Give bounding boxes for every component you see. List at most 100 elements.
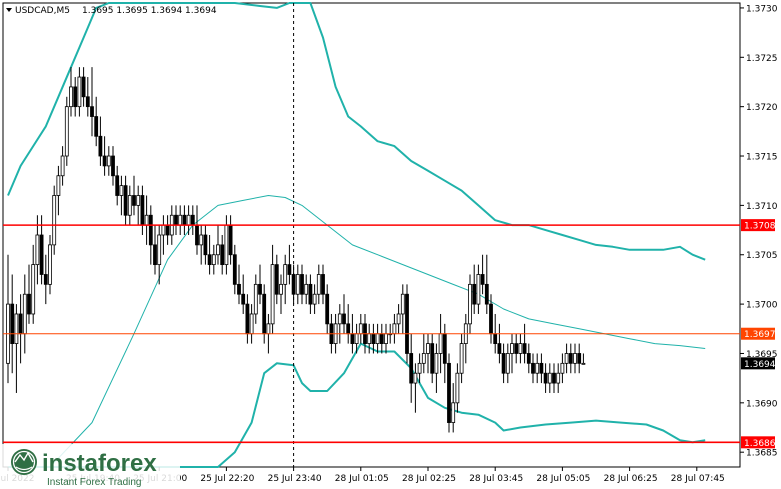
candle-body-up <box>417 362 422 374</box>
candle-body-up <box>14 313 19 344</box>
candle-body-up <box>505 353 510 374</box>
candle-body-up <box>48 244 52 285</box>
candle-body-down <box>241 293 246 305</box>
candle-body-down <box>447 362 451 423</box>
candle-body-down <box>94 116 99 137</box>
candle-body-up <box>304 283 309 295</box>
y-tick: 1.3720 <box>740 103 778 113</box>
candle-body-up <box>455 372 460 404</box>
candle-body-down <box>484 283 489 305</box>
candle-body-down <box>568 353 573 364</box>
x-tick-label: 28 Jul 05:05 <box>536 474 590 484</box>
x-tick-label: 28 Jul 01:05 <box>335 474 389 484</box>
candle-body-up <box>77 76 82 108</box>
candle-body-up <box>35 234 40 266</box>
candle-body-up <box>52 195 57 246</box>
y-tick: 1.3725 <box>740 54 778 64</box>
candle-body-down <box>300 274 304 295</box>
candle-body-up <box>186 214 191 226</box>
level-label: 1.3697 <box>744 330 776 340</box>
candle-body-down <box>85 96 90 108</box>
candle-body-down <box>258 283 262 295</box>
candle-body-down <box>514 343 519 354</box>
candle-body-down <box>39 234 44 275</box>
candle-body-down <box>195 224 199 246</box>
candle-body-up <box>127 195 132 216</box>
candle <box>405 284 409 364</box>
candle-body-down <box>501 353 506 374</box>
candle-body-down <box>245 303 250 335</box>
ohlc-readout: 1.3695 1.3695 1.3694 1.3694 <box>82 6 217 16</box>
candle-body-down <box>153 244 157 266</box>
candle-body-up <box>434 353 439 374</box>
candle-body-up <box>216 244 220 256</box>
price-chart[interactable]: 1.3708 1.3697 1.3686 1.3730 1.3725 1.3720 1.3… <box>0 0 781 489</box>
candle-body-up <box>136 195 141 206</box>
y-tick: 1.3700 <box>740 301 778 311</box>
candle-body-up <box>283 264 288 285</box>
candle-body-down <box>497 343 502 354</box>
candle-body-down <box>115 175 120 196</box>
candle-body-up <box>451 402 456 423</box>
y-tick-label: 1.3730 <box>746 4 778 14</box>
y-tick-label: 1.3720 <box>746 103 778 113</box>
candle-body-up <box>157 234 162 266</box>
candle-body-down <box>379 333 384 344</box>
y-tick: 1.3710 <box>740 202 778 212</box>
watermark-brand: instaforex <box>42 450 157 477</box>
candle-body-down <box>489 303 493 335</box>
candle-body-down <box>577 353 582 364</box>
candle-body-down <box>371 333 376 344</box>
candle-body-down <box>552 372 556 384</box>
candle-body-up <box>400 293 405 315</box>
candle-body-up <box>426 343 430 354</box>
candle-body-up <box>573 353 577 364</box>
y-tick: 1.3690 <box>740 399 778 409</box>
candle-body-up <box>367 333 372 344</box>
candle-body-up <box>106 155 111 167</box>
candle-body-down <box>472 283 477 305</box>
candle-body-down <box>123 185 128 216</box>
x-tick-label: 28 Jul 03:45 <box>469 474 523 484</box>
y-tick: 1.3705 <box>740 251 778 261</box>
level-label: 1.3686 <box>744 439 776 449</box>
candle-body-up <box>476 274 481 305</box>
candle-body-down <box>43 274 48 285</box>
candle-body-down <box>132 195 136 206</box>
candle-body-down <box>232 254 237 285</box>
chart-header: USDCAD,M5 1.3695 1.3695 1.3694 1.3694 <box>6 6 217 16</box>
candle-body-up <box>178 214 183 226</box>
y-tick: 1.3730 <box>740 4 778 14</box>
candle-body-down <box>480 274 485 285</box>
candle-body-down <box>325 293 330 325</box>
candle-body-up <box>581 362 586 365</box>
candle-body-down <box>182 214 187 226</box>
candle-body-up <box>337 313 342 325</box>
candle-body-down <box>18 313 23 335</box>
candle-body-up <box>295 274 300 295</box>
y-tick-label: 1.3725 <box>746 54 778 64</box>
candle-body-up <box>144 214 149 226</box>
candle-body-down <box>111 155 115 177</box>
candle-body-down <box>346 323 351 335</box>
x-tick-label: 28 Jul 02:25 <box>402 474 456 484</box>
candle-body-up <box>249 313 254 335</box>
candle-body-down <box>522 343 527 354</box>
candle-body-up <box>556 372 561 384</box>
candle-body-up <box>199 234 204 246</box>
watermark: instaforex Instant Forex Trading <box>0 444 180 489</box>
candle-body-down <box>81 76 86 98</box>
chart-background <box>0 0 781 489</box>
candle-body-up <box>375 333 380 344</box>
candle-body-up <box>413 372 418 384</box>
candle-body-down <box>350 333 355 344</box>
candle-body-up <box>60 155 65 177</box>
candle-body-down <box>442 333 447 364</box>
candle <box>447 353 451 433</box>
candle-body-up <box>211 254 216 266</box>
candle-body-down <box>27 293 31 315</box>
candle <box>64 96 69 166</box>
instaforex-logo-icon <box>11 449 37 475</box>
candle-body-down <box>543 372 548 384</box>
candle-body-up <box>31 264 36 315</box>
